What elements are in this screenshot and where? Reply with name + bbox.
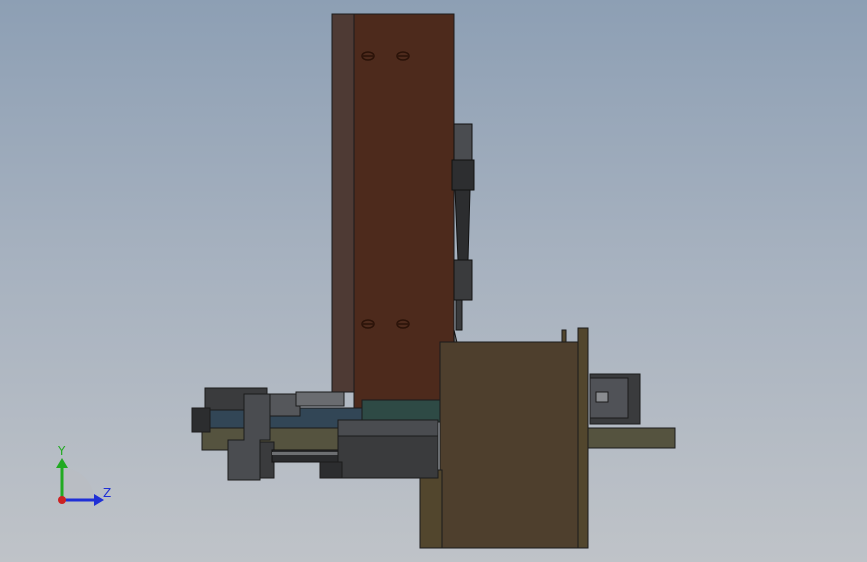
axis-triad: Y Z	[56, 444, 111, 506]
z-axis-label: Z	[103, 486, 111, 500]
main-cylinder-foot	[319, 461, 343, 479]
right-rail	[587, 427, 676, 449]
cad-assembly-view: Y Z	[56, 13, 676, 549]
main-cylinder-top	[337, 419, 439, 437]
triad-origin	[58, 496, 66, 504]
piston-rod	[271, 449, 343, 463]
enclosure-box	[439, 341, 581, 549]
enclosure-frame-left	[419, 469, 443, 549]
vertical-plate	[353, 13, 455, 411]
enclosure-frame-right	[577, 327, 589, 549]
y-axis-arrow	[56, 458, 68, 468]
right-motor-clip	[595, 391, 609, 403]
y-axis-label: Y	[57, 444, 66, 458]
vertical-plate-side	[331, 13, 355, 393]
enclosure-tab	[561, 329, 567, 343]
piston-rod-highlight	[272, 452, 342, 455]
teal-block	[361, 399, 441, 423]
